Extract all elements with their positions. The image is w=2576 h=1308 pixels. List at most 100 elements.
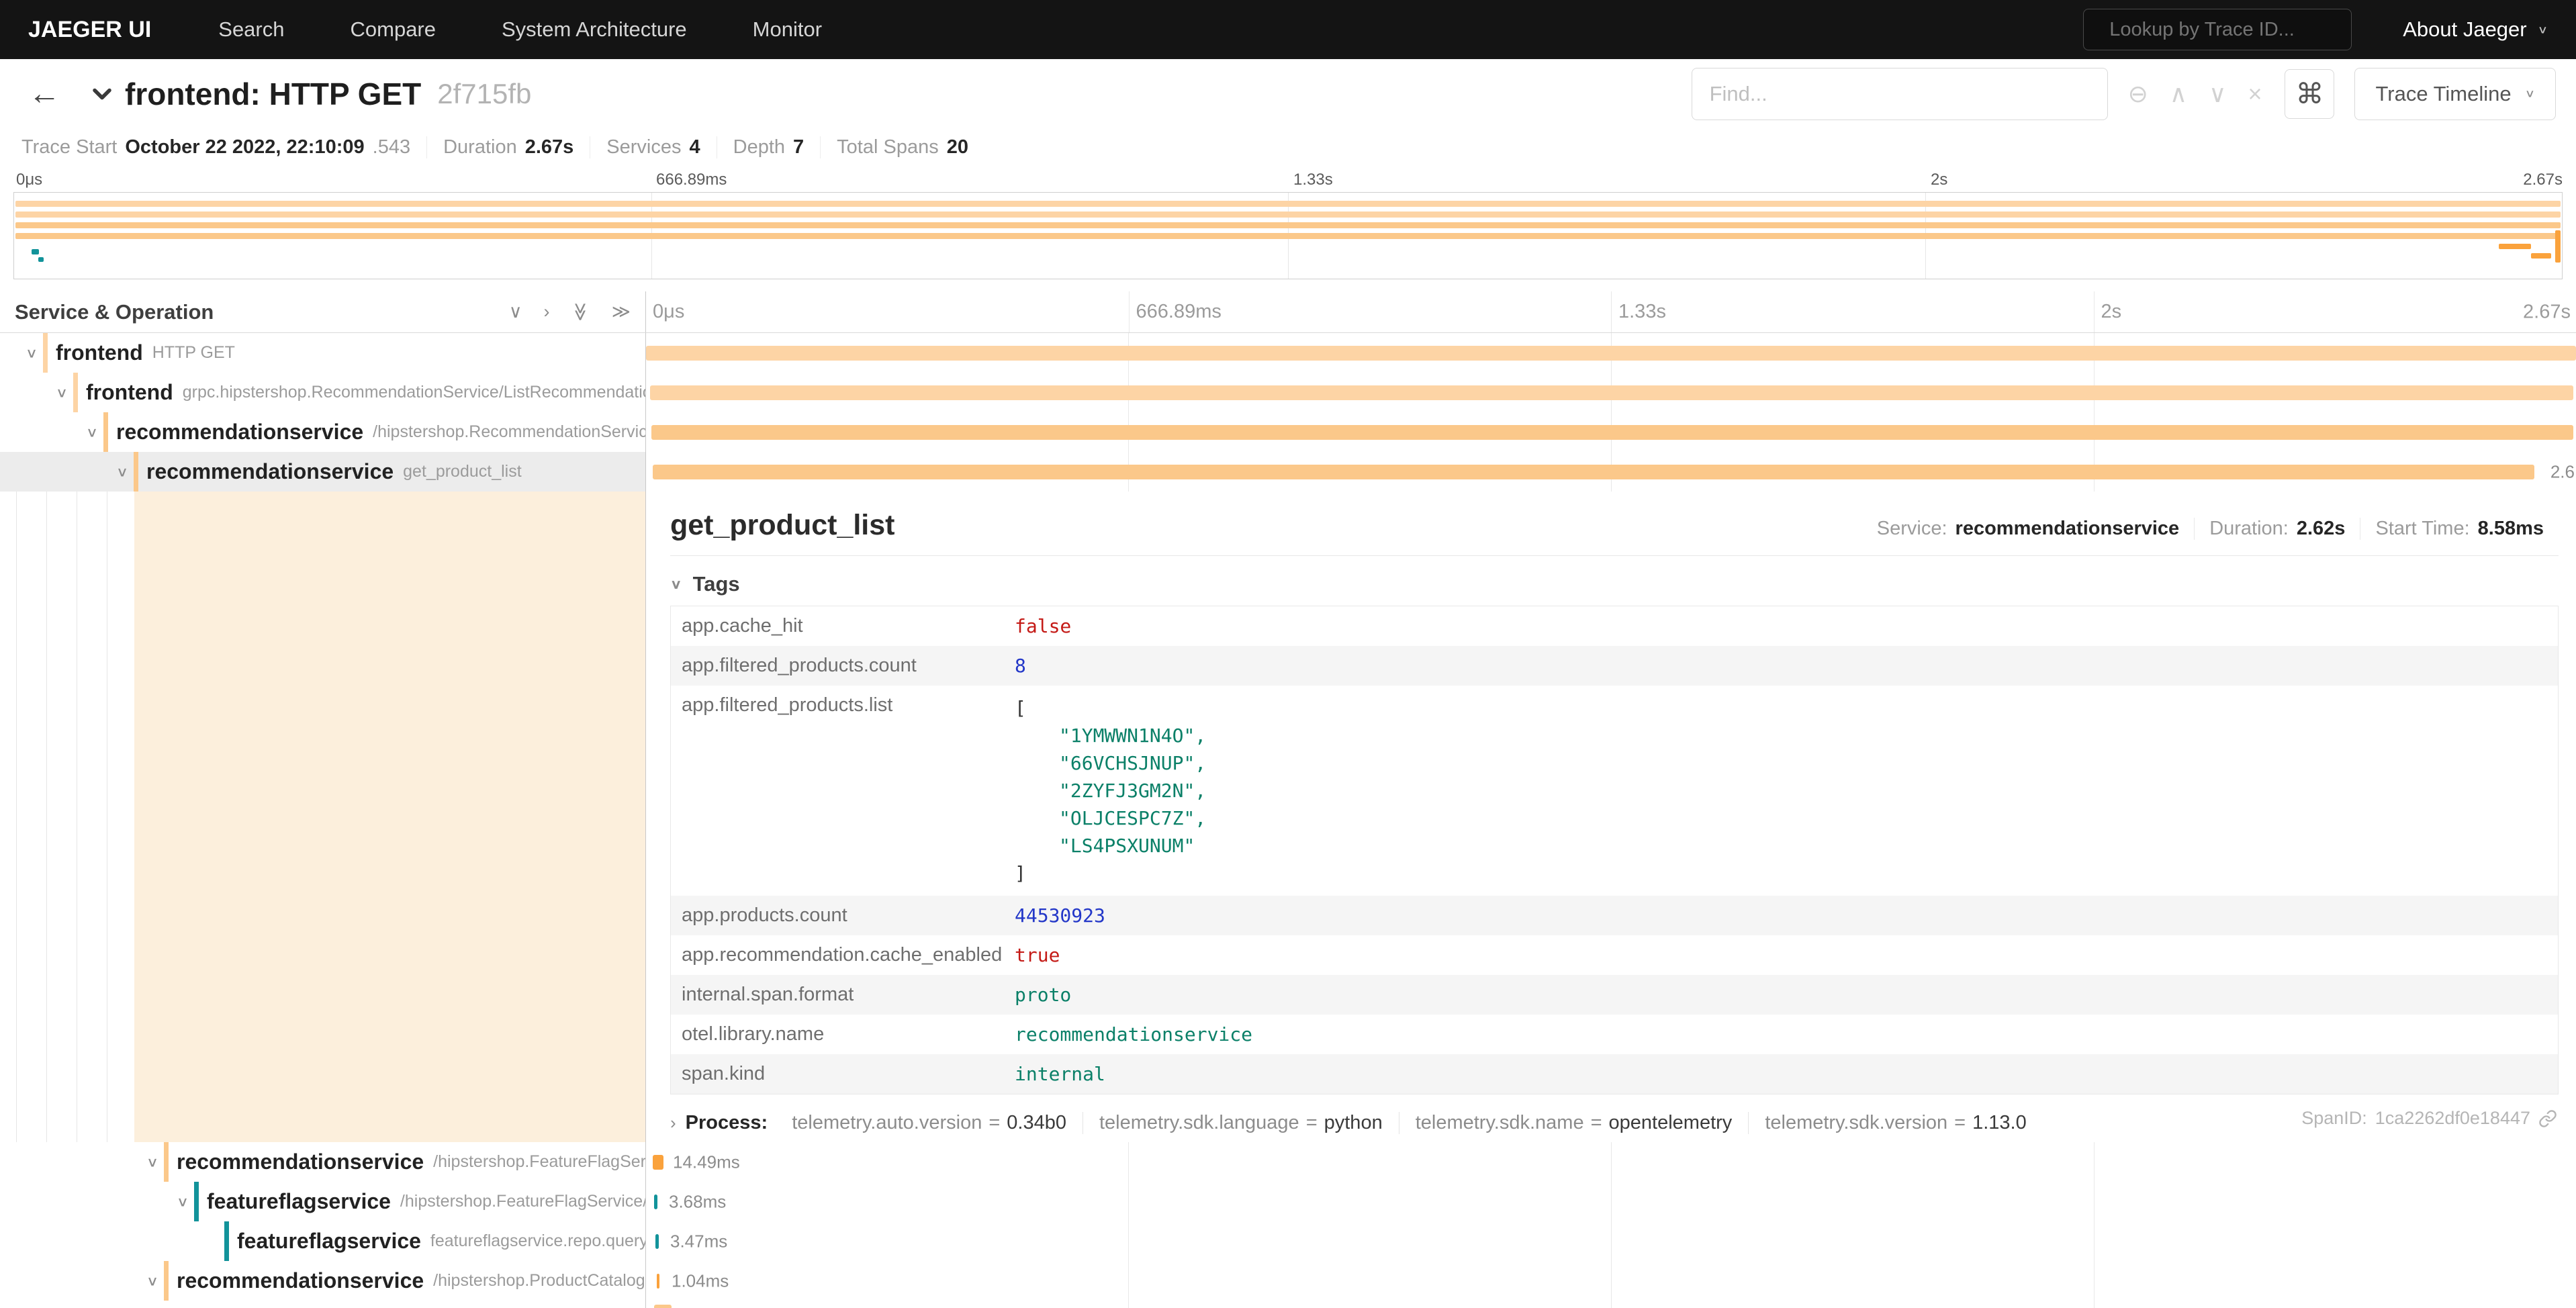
nav-item-search[interactable]: Search (218, 17, 284, 42)
span-bar[interactable] (657, 1274, 659, 1289)
keyboard-shortcuts-button[interactable]: ⌘ (2285, 69, 2334, 119)
span-bar[interactable] (654, 1195, 657, 1209)
span-operation-name: /hipstershop.ProductCatalogSer... (433, 1271, 646, 1291)
trace-view-dropdown[interactable]: Trace Timeline ∨ (2354, 68, 2556, 120)
span-name-cell[interactable]: featureflagservice featureflagservice.re… (0, 1221, 646, 1261)
chevron-right-icon: › (670, 1113, 676, 1133)
process-item: telemetry.sdk.version = 1.13.0 (1748, 1112, 2042, 1134)
clear-find-icon[interactable]: × (2248, 80, 2262, 108)
trace-id-search-input[interactable] (2109, 19, 2362, 41)
chevron-down-icon[interactable]: ∨ (81, 424, 103, 440)
find-input[interactable] (1692, 68, 2108, 120)
chevron-down-icon[interactable]: ∨ (171, 1194, 194, 1210)
nav-item-monitor[interactable]: Monitor (753, 17, 822, 42)
trace-title: frontend: HTTP GET (125, 76, 421, 112)
span-bar-cell[interactable] (646, 333, 2576, 373)
span-service-name: frontend (56, 340, 143, 365)
span-duration-label: 2.6 (2550, 461, 2575, 482)
find-prev-icon[interactable]: ∧ (2170, 80, 2187, 108)
about-jaeger-menu[interactable]: About Jaeger ∨ (2403, 17, 2548, 42)
span-name-cell[interactable]: ∨ frontend HTTP GET (0, 333, 646, 373)
span-service-name: recommendationservice (177, 1150, 424, 1174)
span-bar[interactable] (650, 385, 2573, 400)
span-detail-panel: get_product_list Service: recommendation… (646, 492, 2576, 1142)
link-icon[interactable] (2538, 1109, 2557, 1128)
nav-item-compare[interactable]: Compare (351, 17, 436, 42)
minimap-span-bar (15, 201, 2561, 207)
minimap-tick-labels: 0μs 666.89ms 1.33s 2s 2.67s (13, 171, 2563, 191)
trace-header: ← frontend: HTTP GET 2f715fb ⊖ ∧ ∨ × ⌘ T… (0, 59, 2576, 128)
span-detail-tree-offset (0, 492, 646, 1142)
process-section-toggle[interactable]: › Process: telemetry.auto.version = 0.34… (670, 1112, 2559, 1134)
nav-item-system-architecture[interactable]: System Architecture (502, 17, 687, 42)
span-row: featureflagservice featureflagservice.re… (0, 1221, 2576, 1261)
minimap-span-bar (32, 249, 39, 254)
span-bar[interactable] (646, 346, 2576, 361)
timeline-ticks: 0μs 666.89ms 1.33s 2s 2.67s (646, 291, 2576, 332)
indent-guide (16, 492, 17, 1142)
span-bar-cell[interactable]: 3.47ms (646, 1221, 2576, 1261)
span-operation-name: /hipstershop.RecommendationService/Lis..… (373, 422, 646, 442)
zoom-out-icon[interactable]: ⊖ (2128, 80, 2148, 108)
span-name-cell[interactable]: ∨ recommendationservice /hipstershop.Rec… (0, 412, 646, 452)
span-name-cell[interactable]: ∨ featureflagservice /hipstershop.Featur… (0, 1182, 646, 1221)
back-button[interactable]: ← (28, 75, 60, 112)
timeline-header: Service & Operation ∨ › ≫ ≫ 0μs 666.89ms… (0, 291, 2576, 333)
chevron-down-icon[interactable]: ∨ (20, 345, 43, 361)
span-bar[interactable] (653, 465, 2534, 479)
span-name-cell[interactable]: ∨ recommendationservice get_product_list (0, 452, 646, 492)
span-bar-cell[interactable]: 2.6 (646, 452, 2576, 492)
detail-start-time: Start Time: 8.58ms (2360, 518, 2559, 540)
expand-all-icon[interactable]: ≫ (612, 301, 631, 322)
tag-row: app.recommendation.cache_enabled true (671, 935, 2558, 975)
span-bar[interactable] (655, 1234, 659, 1249)
span-name-cell[interactable]: ∨ recommendationservice /hipstershop.Fea… (0, 1142, 646, 1182)
tags-table: app.cache_hit false app.filtered_product… (670, 606, 2559, 1094)
detail-service: Service: recommendationservice (1862, 518, 2194, 540)
tag-row: otel.library.name recommendationservice (671, 1015, 2558, 1054)
tag-list-value: [ 1YMWWN1N4O 66VCHSJNUP 2ZYFJ3GM2N OLJCE… (1007, 686, 2558, 896)
span-name-cell[interactable]: ∨ frontend grpc.hipstershop.Recommendati… (0, 373, 646, 412)
service-color-chip (194, 1182, 199, 1221)
span-bar-cell[interactable] (646, 373, 2576, 412)
span-detail-meta: Service: recommendationservice Duration:… (1862, 518, 2559, 540)
collapse-all-icon[interactable]: ≫ (570, 302, 591, 321)
summary-depth: Depth 7 (717, 136, 821, 158)
minimap-span-bar (38, 257, 44, 262)
span-bar-cell[interactable]: 1.04ms (646, 1261, 2576, 1301)
span-bar[interactable] (653, 1155, 663, 1170)
tags-section-toggle[interactable]: ∨ Tags (670, 572, 2559, 596)
span-operation-name: grpc.hipstershop.RecommendationService/L… (183, 383, 646, 402)
span-row: ∨ recommendationservice /hipstershop.Fea… (0, 1142, 2576, 1182)
minimap-span-bar (15, 222, 2561, 228)
chevron-down-icon[interactable]: ∨ (141, 1154, 164, 1170)
span-bar[interactable] (651, 425, 2573, 440)
service-color-chip (224, 1221, 229, 1261)
collapse-trace-chevron[interactable] (87, 79, 117, 109)
span-service-name: frontend (86, 380, 173, 405)
span-bar-cell[interactable] (646, 412, 2576, 452)
chevron-down-icon[interactable]: ∨ (141, 1273, 164, 1289)
minimap-span-bar (15, 233, 2561, 239)
span-bar-cell[interactable]: 3.68ms (646, 1182, 2576, 1221)
span-bar[interactable] (654, 1305, 672, 1308)
collapse-one-icon[interactable]: ∨ (509, 301, 522, 322)
minimap-span-bar (2499, 244, 2531, 249)
trace-minimap[interactable] (13, 192, 2563, 279)
trace-view-label: Trace Timeline (2375, 82, 2511, 106)
span-name-cell[interactable]: ∨ recommendationservice /hipstershop.Pro… (0, 1261, 646, 1301)
chevron-down-icon: ∨ (2538, 24, 2548, 36)
expanded-span-highlight (134, 492, 645, 1142)
service-color-chip (73, 373, 78, 412)
process-item: telemetry.sdk.name = opentelemetry (1399, 1112, 1749, 1134)
chevron-down-icon[interactable]: ∨ (111, 464, 134, 480)
chevron-down-icon[interactable]: ∨ (50, 385, 73, 401)
expand-one-icon[interactable]: › (543, 301, 549, 322)
span-name-cell[interactable] (0, 1301, 646, 1308)
trace-id-search[interactable] (2083, 9, 2352, 50)
trace-summary: Trace Start October 22 2022, 22:10:09 .5… (0, 128, 2576, 167)
find-next-icon[interactable]: ∨ (2209, 80, 2226, 108)
span-bar-cell[interactable]: 14.49ms (646, 1142, 2576, 1182)
span-bar-cell[interactable] (646, 1301, 2576, 1308)
service-color-chip (103, 412, 108, 452)
